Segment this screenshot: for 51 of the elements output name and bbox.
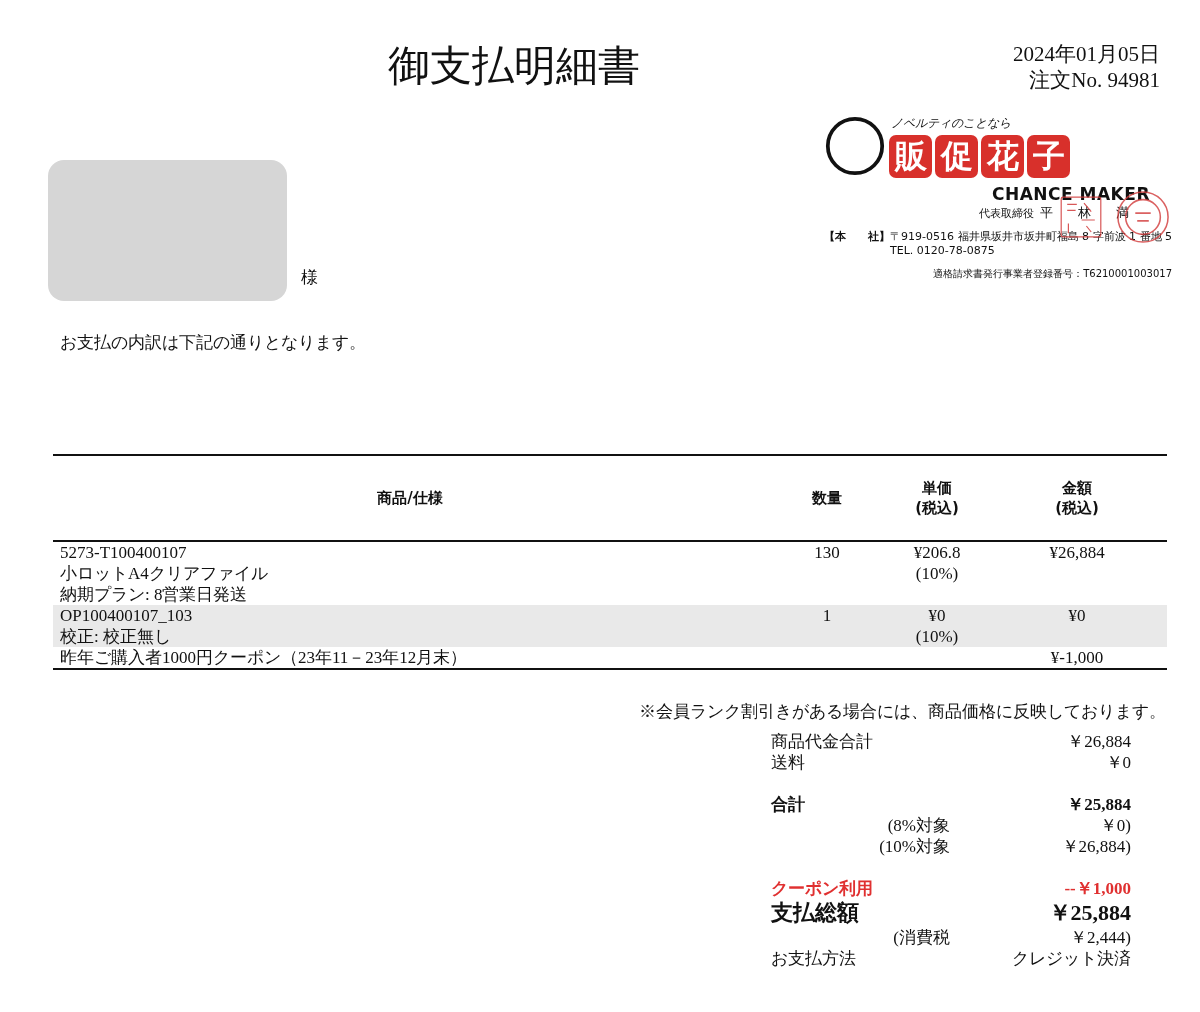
intro-text: お支払の内訳は下記の通りとなります。 bbox=[60, 332, 367, 354]
logo-character: 子 bbox=[1027, 135, 1070, 178]
logo-character: 花 bbox=[981, 135, 1024, 178]
summary-value: ￥2,444) bbox=[1069, 927, 1131, 948]
summary-value: ￥26,884) bbox=[1060, 836, 1131, 857]
table-cell: ¥0 bbox=[928, 605, 946, 626]
table-cell: ¥206.8 bbox=[913, 542, 961, 563]
summary-value: ￥25,884 bbox=[1066, 794, 1131, 815]
table-cell: (10%) bbox=[915, 626, 959, 647]
table-cell: ¥26,884 bbox=[1049, 542, 1105, 563]
logo-character: 販 bbox=[889, 135, 932, 178]
summary-value: --￥1,000 bbox=[1063, 878, 1131, 899]
summary-label: (8%対象 bbox=[886, 815, 950, 836]
column-header: 単価 (税込) bbox=[914, 478, 960, 518]
address-label: 【本 社】 bbox=[824, 230, 891, 245]
summary-value: ￥26,884 bbox=[1066, 731, 1131, 752]
summary-label: クーポン利用 bbox=[771, 878, 874, 899]
table-cell: ¥0 bbox=[1068, 605, 1086, 626]
column-header: 商品/仕様 bbox=[376, 488, 444, 508]
summary-label: (10%対象 bbox=[878, 836, 950, 857]
column-header: 金額 (税込) bbox=[1054, 478, 1100, 518]
table-cell: ¥-1,000 bbox=[1050, 647, 1104, 668]
registration-number: 適格請求書発行事業者登録番号：T6210001003017 bbox=[933, 267, 1172, 281]
issue-date: 2024年01月05日 bbox=[1013, 41, 1160, 67]
table-cell-text: 5273-T100400107 小ロットA4クリアファイル 納期プラン: 8営業日発送 bbox=[59, 542, 269, 605]
phone-number: TEL. 0120-78-0875 bbox=[890, 244, 996, 258]
table-cell-text: OP100400107_103 校正: 校正無し bbox=[59, 605, 194, 647]
summary-label: 商品代金合計 bbox=[771, 731, 874, 752]
summary-label: お支払方法 bbox=[771, 948, 857, 969]
table-cell: 1 bbox=[822, 605, 832, 626]
summary-value: ￥0 bbox=[1104, 752, 1131, 773]
summary-label: (消費税 bbox=[892, 927, 950, 948]
summary-label: 送料 bbox=[771, 752, 806, 773]
summary-value: ￥25,884 bbox=[1047, 899, 1131, 927]
honorific: 様 bbox=[301, 267, 318, 289]
summary-value: クレジット決済 bbox=[1011, 948, 1131, 969]
tagline: ノベルティのことなら bbox=[891, 115, 1012, 132]
summary-label: 合計 bbox=[771, 794, 806, 815]
document-title: 御支払明細書 bbox=[388, 42, 640, 91]
table-cell: (10%) bbox=[915, 563, 959, 584]
representative-title: 代表取締役 bbox=[979, 206, 1034, 221]
table-cell: 130 bbox=[814, 542, 840, 563]
table-cell-text: 昨年ご購入者1000円クーポン（23年11－23年12月末） bbox=[59, 647, 469, 668]
avatar-icon bbox=[825, 114, 885, 178]
order-number: 注文No. 94981 bbox=[1029, 67, 1160, 93]
column-header: 数量 bbox=[811, 488, 843, 508]
logo-character: 促 bbox=[935, 135, 978, 178]
company-name: CHANCE MAKER bbox=[991, 184, 1150, 204]
note-text: ※会員ランク割引きがある場合には、商品価格に反映しております。 bbox=[638, 701, 1167, 723]
summary-label: 支払総額 bbox=[771, 899, 860, 927]
summary-value: ￥0) bbox=[1098, 815, 1131, 836]
